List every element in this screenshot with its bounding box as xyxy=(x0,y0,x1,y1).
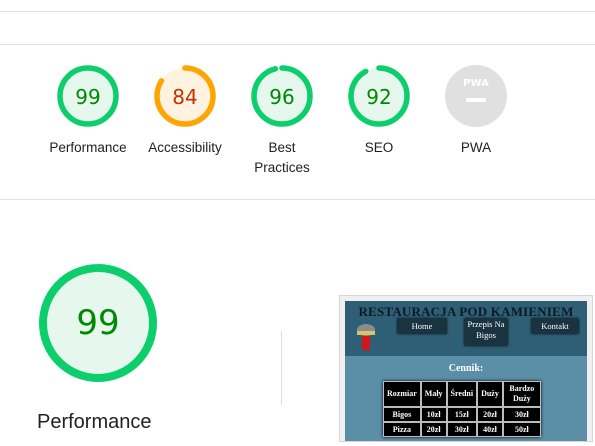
table-cell: 40zł xyxy=(477,422,503,437)
table-header-cell: Bardzo Duży xyxy=(502,381,541,407)
table-cell: Bigos xyxy=(383,407,421,422)
table-cell: 15zł xyxy=(446,407,478,422)
gauge-seo[interactable]: 92 SEO xyxy=(329,63,429,158)
table-cell: 20zł xyxy=(477,407,503,422)
table-header-cell: Duży xyxy=(477,381,503,407)
table-cell: Pizza xyxy=(383,422,421,437)
gauge-best-practices[interactable]: 96 Best Practices xyxy=(232,63,332,178)
table-cell: 10zł xyxy=(420,407,447,422)
gauge-label: Performance xyxy=(49,140,127,155)
site-header: RESTAURACJA POD KAMIENIEM Home Przepis N… xyxy=(345,301,587,356)
gauge-accessibility[interactable]: 84 Accessibility xyxy=(135,63,235,158)
gauge-label: Best Practices xyxy=(254,140,310,175)
table-cell: 30zł xyxy=(502,407,541,422)
big-gauge-label: Performance xyxy=(37,411,152,433)
gauge-label: PWA xyxy=(460,140,492,155)
pwa-badge-text: PWA xyxy=(463,78,489,89)
gauge-performance[interactable]: 99 Performance xyxy=(38,63,138,158)
gauge-pwa[interactable]: PWA PWA xyxy=(426,63,526,158)
table-cell: 30zł xyxy=(446,422,478,437)
scores-divider xyxy=(0,199,595,200)
screenshot-page: RESTAURACJA POD KAMIENIEM Home Przepis N… xyxy=(345,301,587,441)
price-table: Rozmiar Mały Średni Duży Bardzo Duży Big… xyxy=(383,381,541,437)
gauge-label: SEO xyxy=(364,140,394,155)
big-score: 99 xyxy=(76,303,119,343)
gauge-arc-icon: 92 xyxy=(348,65,410,127)
pwa-badge-icon: PWA xyxy=(445,65,507,127)
table-header-cell: Rozmiar xyxy=(383,381,421,407)
table-header-row: Rozmiar Mały Średni Duży Bardzo Duży xyxy=(383,381,541,407)
gauge-score: 84 xyxy=(172,85,197,109)
table-cell: 20zł xyxy=(420,422,447,437)
top-divider xyxy=(0,11,595,12)
table-row: Pizza 20zł 30zł 40zł 50zł xyxy=(383,422,541,437)
site-nav-home[interactable]: Home xyxy=(397,318,447,334)
gauge-score: 92 xyxy=(366,85,391,109)
table-header-cell: Mały xyxy=(420,381,447,407)
site-nav-contact[interactable]: Kontakt xyxy=(531,318,579,334)
table-cell: 50zł xyxy=(502,422,541,437)
gauge-label: Accessibility xyxy=(148,140,222,155)
performance-big-gauge: 99 xyxy=(39,264,157,382)
vertical-divider xyxy=(281,331,282,405)
site-nav-recipe[interactable]: Przepis Na Bigos xyxy=(464,318,508,346)
table-header-cell: Średni xyxy=(446,381,478,407)
gauge-score: 96 xyxy=(269,85,294,109)
restaurant-logo-icon xyxy=(357,324,375,350)
gauge-arc-icon: 84 xyxy=(154,65,216,127)
table-row: Bigos 10zł 15zł 20zł 30zł xyxy=(383,407,541,422)
final-screenshot: RESTAURACJA POD KAMIENIEM Home Przepis N… xyxy=(339,295,593,442)
gauge-score: 99 xyxy=(75,85,100,109)
header-divider xyxy=(0,44,595,45)
gauge-arc-icon: 99 xyxy=(57,65,119,127)
site-subtitle: Cennik: xyxy=(448,363,484,374)
gauge-arc-icon: 96 xyxy=(251,65,313,127)
